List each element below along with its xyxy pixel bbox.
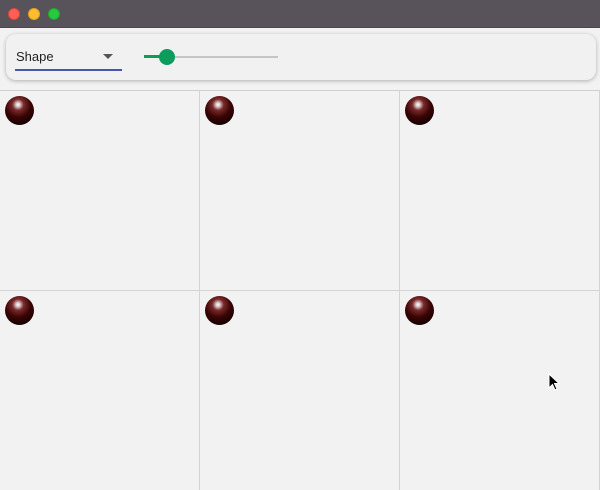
sphere-shape	[5, 296, 34, 325]
shape-select[interactable]: Shape	[15, 44, 122, 71]
shape-grid	[0, 90, 600, 490]
app-window: Shape	[0, 0, 600, 490]
grid-cell[interactable]	[0, 91, 200, 291]
shape-select-value: Shape	[16, 49, 54, 64]
maximize-window-button[interactable]	[48, 8, 60, 20]
grid-cell[interactable]	[400, 291, 600, 490]
chevron-down-icon	[103, 54, 113, 59]
grid-cell[interactable]	[400, 91, 600, 291]
toolbar: Shape	[6, 34, 596, 80]
sphere-shape	[405, 96, 434, 125]
sphere-shape	[205, 296, 234, 325]
size-slider[interactable]	[144, 47, 278, 67]
select-underline	[15, 69, 122, 71]
sphere-shape	[5, 96, 34, 125]
sphere-shape	[405, 296, 434, 325]
sphere-shape	[205, 96, 234, 125]
grid-cell[interactable]	[200, 291, 400, 490]
grid-cell[interactable]	[0, 291, 200, 490]
close-window-button[interactable]	[8, 8, 20, 20]
mouse-pointer-icon	[548, 373, 560, 391]
grid-cell[interactable]	[200, 91, 400, 291]
slider-thumb[interactable]	[159, 49, 175, 65]
minimize-window-button[interactable]	[28, 8, 40, 20]
title-bar[interactable]	[0, 0, 600, 28]
